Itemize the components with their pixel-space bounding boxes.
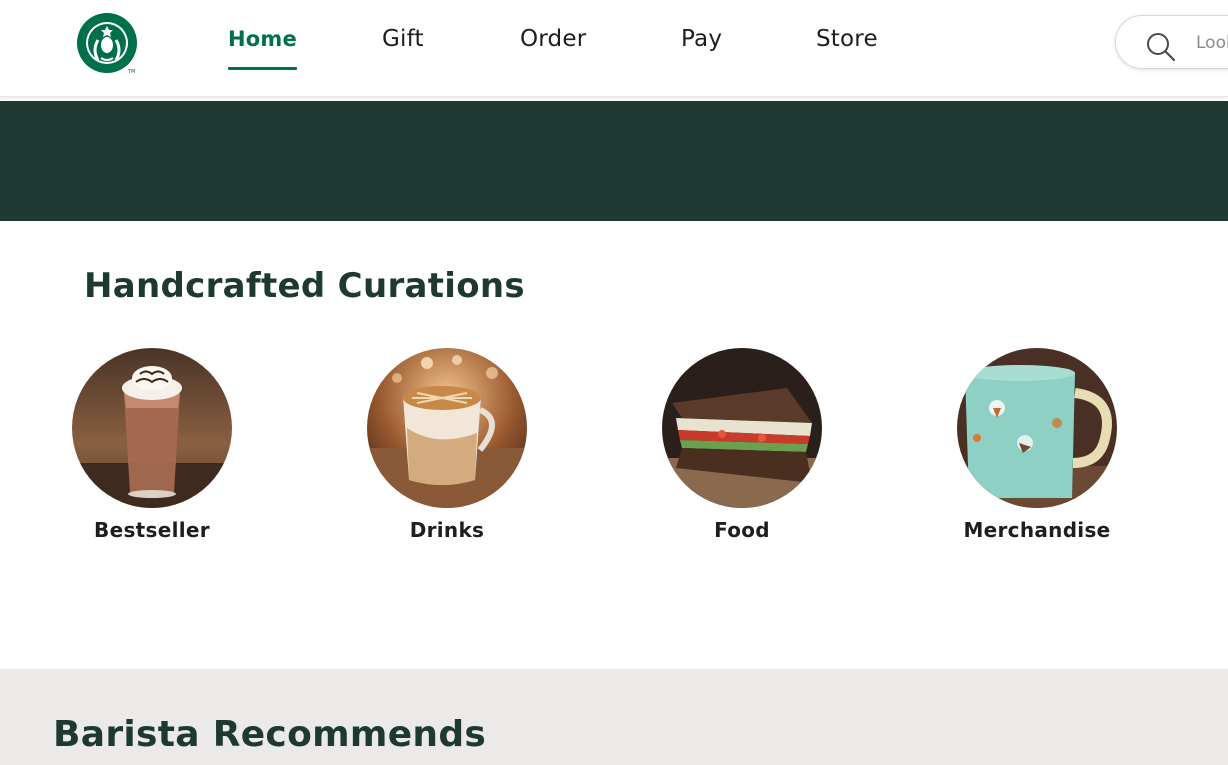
category-merchandise[interactable]: Merchandise [917, 348, 1157, 542]
category-label: Bestseller [94, 518, 210, 542]
category-food[interactable]: Food [622, 348, 862, 542]
nav-home[interactable]: Home [228, 27, 297, 70]
active-nav-indicator [228, 67, 297, 70]
nav-pay[interactable]: Pay [681, 26, 722, 52]
barista-section: Barista Recommends [0, 669, 1228, 765]
frappuccino-drink-image [72, 348, 232, 508]
teal-mug-image [957, 348, 1117, 508]
curations-title: Handcrafted Curations [84, 266, 525, 306]
category-label: Merchandise [963, 518, 1111, 542]
search-icon[interactable] [1146, 32, 1176, 62]
hero-banner [0, 101, 1228, 221]
category-label: Drinks [409, 518, 485, 542]
nav-home-label: Home [228, 27, 297, 51]
search-box[interactable] [1115, 15, 1228, 69]
svg-text:TM: TM [127, 69, 135, 74]
nav-order[interactable]: Order [520, 26, 586, 52]
nav-gift[interactable]: Gift [382, 26, 424, 52]
category-bestseller[interactable]: Bestseller [32, 348, 272, 542]
latte-mug-image [367, 348, 527, 508]
sandwich-image [662, 348, 822, 508]
site-header: TM Home Gift Order Pay Store [0, 0, 1228, 97]
nav-store[interactable]: Store [816, 26, 878, 52]
category-drinks[interactable]: Drinks [327, 348, 567, 542]
barista-title: Barista Recommends [53, 714, 487, 755]
starbucks-logo-icon[interactable]: TM [76, 12, 138, 74]
search-input[interactable] [1196, 30, 1228, 56]
category-label: Food [714, 518, 770, 542]
